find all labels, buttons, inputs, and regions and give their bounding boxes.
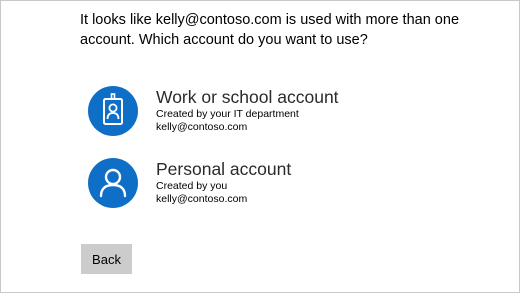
prompt-line-2: account. Which account do you want to us…	[80, 32, 368, 48]
person-icon	[88, 158, 138, 208]
id-badge-icon	[88, 86, 138, 136]
work-or-school-account-option[interactable]: Work or school account Created by your I…	[88, 86, 428, 142]
personal-account-subtitle: Created by you	[156, 180, 228, 192]
personal-account-email: kelly@contoso.com	[156, 193, 248, 205]
work-account-title: Work or school account	[156, 87, 339, 107]
back-button[interactable]: Back	[81, 244, 132, 274]
work-account-details: Work or school account Created by your I…	[156, 86, 436, 134]
work-account-email: kelly@contoso.com	[156, 121, 248, 133]
account-picker-prompt: It looks like kelly@contoso.com is used …	[80, 10, 480, 50]
personal-account-option[interactable]: Personal account Created by you kelly@co…	[88, 158, 428, 214]
personal-account-title: Personal account	[156, 159, 292, 179]
work-account-subtitle: Created by your IT department	[156, 108, 299, 120]
prompt-line-1: It looks like kelly@contoso.com is used …	[80, 12, 460, 28]
personal-account-details: Personal account Created by you kelly@co…	[156, 158, 436, 206]
